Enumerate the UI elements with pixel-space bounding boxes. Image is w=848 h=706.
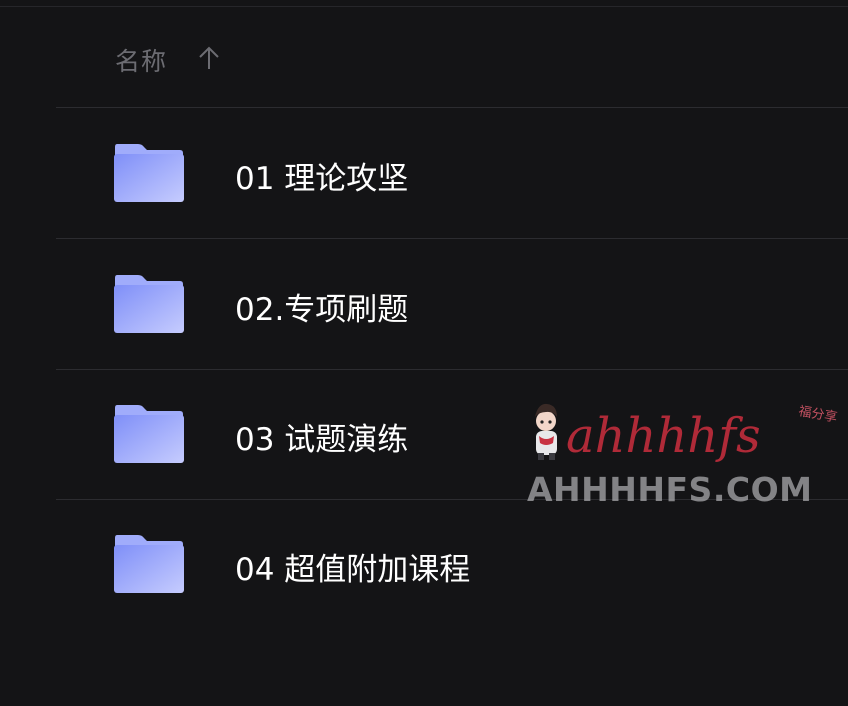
arrow-up-icon[interactable] xyxy=(197,45,221,71)
file-row[interactable]: 02.专项刷题 xyxy=(56,239,848,370)
folder-icon xyxy=(114,405,184,463)
file-row[interactable]: 04 超值附加课程 xyxy=(56,499,848,629)
folder-icon xyxy=(114,275,184,333)
watermark-logo: ahhhhfs 福分享 xyxy=(535,403,839,464)
file-name: 03 试题演练 xyxy=(235,422,409,458)
svg-text:福分享: 福分享 xyxy=(797,403,838,426)
file-list-header: 名称 xyxy=(56,0,848,108)
mascot-icon xyxy=(535,403,557,460)
folder-icon xyxy=(114,535,184,593)
file-name: 04 超值附加课程 xyxy=(235,552,471,588)
watermark-site-text: AHHHHFS.COM xyxy=(527,470,813,509)
folder-icon xyxy=(114,144,184,202)
file-name: 01 理论攻坚 xyxy=(235,161,409,197)
file-row[interactable]: 01 理论攻坚 xyxy=(56,108,848,239)
svg-text:ahhhhfs: ahhhhfs xyxy=(566,408,761,464)
column-header-name[interactable]: 名称 xyxy=(115,42,167,78)
file-name: 02.专项刷题 xyxy=(235,292,409,328)
